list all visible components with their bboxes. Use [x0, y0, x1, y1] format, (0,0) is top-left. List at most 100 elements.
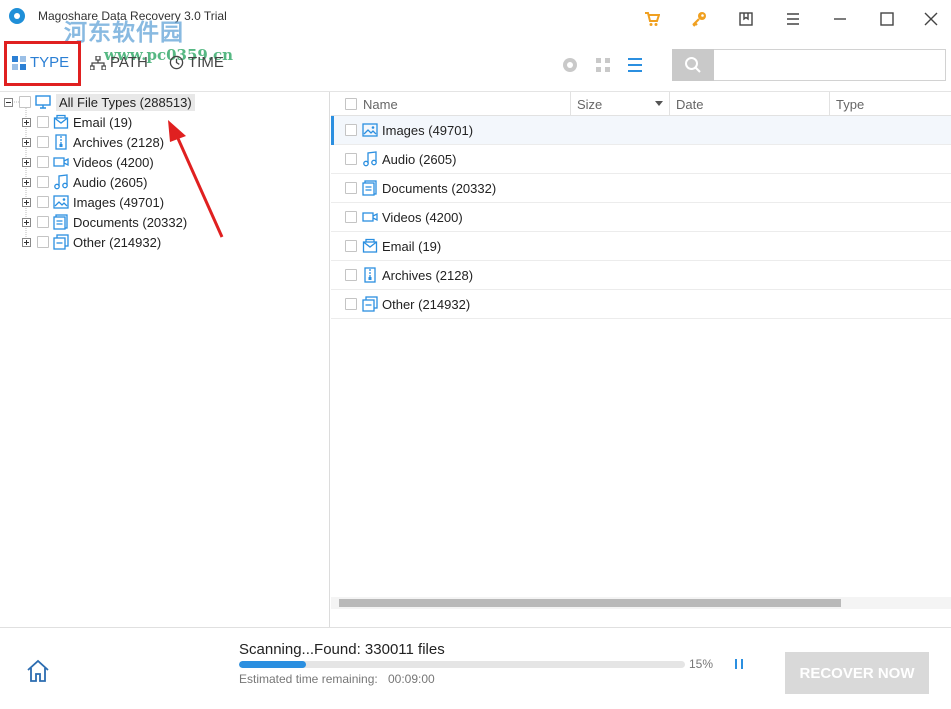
scrollbar-thumb[interactable]	[339, 599, 841, 607]
monitor-icon	[35, 95, 51, 109]
search-button[interactable]	[672, 49, 714, 81]
row-name: Images (49701)	[382, 122, 474, 138]
clock-icon	[169, 55, 184, 70]
pause-icon[interactable]	[733, 658, 745, 670]
table-row[interactable]: Documents (20332)	[331, 174, 951, 203]
column-type[interactable]: Type	[830, 92, 951, 116]
checkbox[interactable]	[37, 116, 49, 128]
tree-item[interactable]: Documents (20332)	[22, 212, 187, 232]
column-size[interactable]: Size	[571, 92, 670, 116]
menu-icon[interactable]	[782, 8, 804, 30]
column-name-label: Name	[363, 96, 398, 112]
video-icon	[362, 212, 378, 222]
tree-item-label: Other (214932)	[73, 234, 162, 250]
title-bar: Magoshare Data Recovery 3.0 Trial 河东软件园	[0, 0, 951, 46]
search-input[interactable]	[714, 49, 946, 81]
tree-item-label: Audio (2605)	[73, 174, 148, 190]
table-row[interactable]: Email (19)	[331, 232, 951, 261]
checkbox[interactable]	[345, 124, 357, 136]
email-icon	[362, 238, 378, 253]
table-row[interactable]: Videos (4200)	[331, 203, 951, 232]
other-icon	[53, 234, 69, 250]
expand-toggle[interactable]	[22, 197, 31, 207]
expand-toggle[interactable]	[22, 157, 31, 167]
checkbox[interactable]	[345, 182, 357, 194]
tab-time[interactable]: TIME	[169, 54, 224, 71]
grid-view-icon[interactable]	[594, 56, 612, 74]
tab-path-label: PATH	[110, 54, 148, 71]
row-name: Archives (2128)	[382, 267, 474, 283]
column-date[interactable]: Date	[670, 92, 830, 116]
image-icon	[53, 195, 69, 209]
checkbox[interactable]	[37, 196, 49, 208]
tab-path[interactable]: PATH	[90, 54, 148, 71]
tree-item[interactable]: Images (49701)	[22, 192, 164, 212]
tree-item[interactable]: Archives (2128)	[22, 132, 164, 152]
checkbox[interactable]	[37, 216, 49, 228]
tree-item-all-file-types[interactable]: All File Types (288513)	[4, 92, 195, 112]
table-row[interactable]: Archives (2128)	[331, 261, 951, 290]
archive-icon	[55, 134, 67, 150]
tree-item-label: Documents (20332)	[73, 214, 188, 230]
table-row[interactable]: Other (214932)	[331, 290, 951, 319]
expand-toggle[interactable]	[22, 217, 31, 227]
checkbox[interactable]	[37, 236, 49, 248]
row-name: Documents (20332)	[382, 180, 497, 196]
recover-now-button[interactable]: RECOVER NOW	[785, 652, 929, 694]
row-name: Other (214932)	[382, 296, 471, 312]
key-icon[interactable]	[688, 8, 710, 30]
path-tree-icon	[90, 55, 106, 70]
status-bar: Scanning...Found: 330011 files 15% Estim…	[0, 627, 951, 709]
tree-item[interactable]: Videos (4200)	[22, 152, 154, 172]
tab-time-label: TIME	[188, 54, 224, 71]
close-icon[interactable]	[920, 8, 942, 30]
expand-toggle[interactable]	[22, 117, 31, 127]
minimize-icon[interactable]	[829, 8, 851, 30]
table-row[interactable]: Audio (2605)	[331, 145, 951, 174]
checkbox[interactable]	[37, 176, 49, 188]
list-view-icon[interactable]	[626, 56, 644, 74]
home-icon[interactable]	[24, 657, 52, 685]
archive-icon	[364, 267, 376, 283]
scan-progress-bar	[239, 661, 685, 668]
cart-icon[interactable]	[641, 8, 663, 30]
tree-item-label: Images (49701)	[73, 194, 165, 210]
checkbox[interactable]	[345, 240, 357, 252]
checkbox[interactable]	[345, 153, 357, 165]
column-size-label: Size	[577, 96, 603, 112]
tree-item[interactable]: Other (214932)	[22, 232, 161, 252]
scan-status: Scanning...Found: 330011 files	[239, 641, 445, 658]
row-name: Audio (2605)	[382, 151, 457, 167]
bookmark-icon[interactable]	[735, 8, 757, 30]
collapse-toggle[interactable]	[4, 97, 13, 107]
expand-toggle[interactable]	[22, 237, 31, 247]
horizontal-scrollbar[interactable]	[331, 597, 951, 609]
expand-toggle[interactable]	[22, 137, 31, 147]
maximize-icon[interactable]	[876, 8, 898, 30]
video-icon	[53, 157, 69, 167]
file-type-tree: All File Types (288513) Email (19) Archi…	[0, 92, 330, 627]
progress-fill	[239, 661, 306, 668]
eta-label: Estimated time remaining:	[239, 672, 378, 686]
checkbox[interactable]	[37, 136, 49, 148]
expand-toggle[interactable]	[22, 177, 31, 187]
checkbox[interactable]	[345, 298, 357, 310]
checkbox[interactable]	[345, 211, 357, 223]
column-date-label: Date	[676, 96, 704, 112]
checkbox[interactable]	[19, 96, 31, 108]
row-name: Videos (4200)	[382, 209, 463, 225]
tree-item[interactable]: Audio (2605)	[22, 172, 147, 192]
eta-value: 00:09:00	[388, 672, 435, 686]
toolbar: www.pc0359.cn TYPE PATH TIME	[0, 36, 951, 92]
column-name[interactable]: Name	[331, 92, 571, 116]
audio-icon	[363, 151, 377, 167]
tree-item-label: Videos (4200)	[73, 154, 154, 170]
select-all-checkbox[interactable]	[345, 98, 357, 110]
checkbox[interactable]	[345, 269, 357, 281]
table-row[interactable]: Images (49701)	[331, 116, 951, 145]
column-type-label: Type	[836, 96, 865, 112]
tree-item[interactable]: Email (19)	[22, 112, 132, 132]
row-name: Email (19)	[382, 238, 442, 254]
checkbox[interactable]	[37, 156, 49, 168]
preview-eye-icon[interactable]	[561, 56, 579, 74]
